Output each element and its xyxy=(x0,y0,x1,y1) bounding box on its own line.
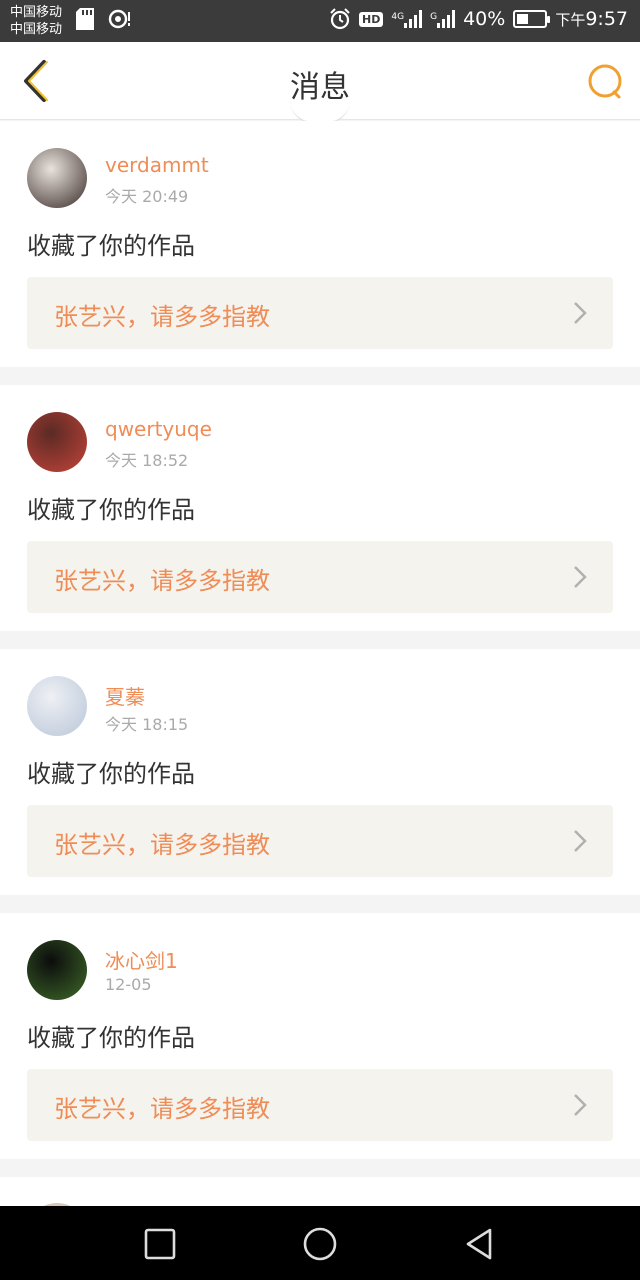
chevron-right-icon xyxy=(574,566,587,588)
message-action: 收藏了你的作品 xyxy=(27,760,195,788)
message-action: 收藏了你的作品 xyxy=(27,1024,195,1052)
message-time: 今天 20:49 xyxy=(105,187,189,206)
username[interactable]: qwertyuqe xyxy=(105,417,212,441)
carrier-line-2: 中国移动 xyxy=(10,22,63,37)
message-card[interactable]: verdammt 今天 20:49 收藏了你的作品 张艺兴，请多多指教 xyxy=(0,121,640,367)
status-bar: 中国移动 中国移动 HD 4G G 40% 下午9:57 xyxy=(0,0,640,42)
home-icon[interactable] xyxy=(302,1226,338,1262)
avatar[interactable] xyxy=(27,148,87,208)
hotspot-icon xyxy=(108,9,130,29)
recent-apps-icon[interactable] xyxy=(142,1226,178,1262)
message-time: 今天 18:52 xyxy=(105,451,189,470)
sd-card-icon xyxy=(76,8,94,30)
username[interactable]: 夏蓁 xyxy=(105,681,145,710)
signal-bars-icon xyxy=(404,10,423,28)
username[interactable]: 冰心剑1 xyxy=(105,945,178,974)
status-icons-left xyxy=(76,8,132,30)
work-link[interactable]: 张艺兴，请多多指教 xyxy=(27,805,613,877)
avatar[interactable] xyxy=(27,676,87,736)
clock-time: 9:57 xyxy=(585,8,628,30)
carrier-label: 中国移动 中国移动 xyxy=(10,4,62,38)
alarm-icon xyxy=(330,8,350,30)
chevron-right-icon xyxy=(574,302,587,324)
message-card[interactable]: qwertyuqe 今天 18:52 收藏了你的作品 张艺兴，请多多指教 xyxy=(0,385,640,631)
network-type-2: G xyxy=(430,12,438,22)
message-time: 12-05 xyxy=(105,975,152,994)
system-nav-bar xyxy=(0,1206,640,1280)
clock-period: 下午 xyxy=(555,11,586,29)
chevron-right-icon xyxy=(574,1094,587,1116)
work-title: 张艺兴，请多多指教 xyxy=(54,303,270,331)
hd-badge: HD xyxy=(359,11,384,27)
clock: 下午9:57 xyxy=(555,8,628,30)
work-title: 张艺兴，请多多指教 xyxy=(54,1095,270,1123)
work-title: 张艺兴，请多多指教 xyxy=(54,567,270,595)
battery-fill xyxy=(517,14,528,24)
network-type-1: 4G xyxy=(391,12,405,22)
status-icons-right: HD 4G G 40% 下午9:57 xyxy=(329,8,628,30)
message-action: 收藏了你的作品 xyxy=(27,232,195,260)
message-list: verdammt 今天 20:49 收藏了你的作品 张艺兴，请多多指教 qwer… xyxy=(0,121,640,1263)
signal-bars-icon xyxy=(437,10,456,28)
search-icon[interactable] xyxy=(586,62,626,102)
signal-1: 4G xyxy=(391,10,423,28)
username[interactable]: verdammt xyxy=(105,153,209,177)
battery-icon xyxy=(513,10,551,28)
message-action: 收藏了你的作品 xyxy=(27,496,195,524)
back-nav-icon[interactable] xyxy=(462,1226,498,1262)
battery-percent: 40% xyxy=(463,8,506,30)
message-time: 今天 18:15 xyxy=(105,715,189,734)
message-card[interactable]: 冰心剑1 12-05 收藏了你的作品 张艺兴，请多多指教 xyxy=(0,913,640,1159)
work-title: 张艺兴，请多多指教 xyxy=(54,831,270,859)
work-link[interactable]: 张艺兴，请多多指教 xyxy=(27,277,613,349)
work-link[interactable]: 张艺兴，请多多指教 xyxy=(27,1069,613,1141)
avatar[interactable] xyxy=(27,412,87,472)
work-link[interactable]: 张艺兴，请多多指教 xyxy=(27,541,613,613)
signal-2: G xyxy=(430,10,456,28)
avatar[interactable] xyxy=(27,940,87,1000)
carrier-line-1: 中国移动 xyxy=(10,5,63,20)
chevron-right-icon xyxy=(574,830,587,852)
message-card[interactable]: 夏蓁 今天 18:15 收藏了你的作品 张艺兴，请多多指教 xyxy=(0,649,640,895)
